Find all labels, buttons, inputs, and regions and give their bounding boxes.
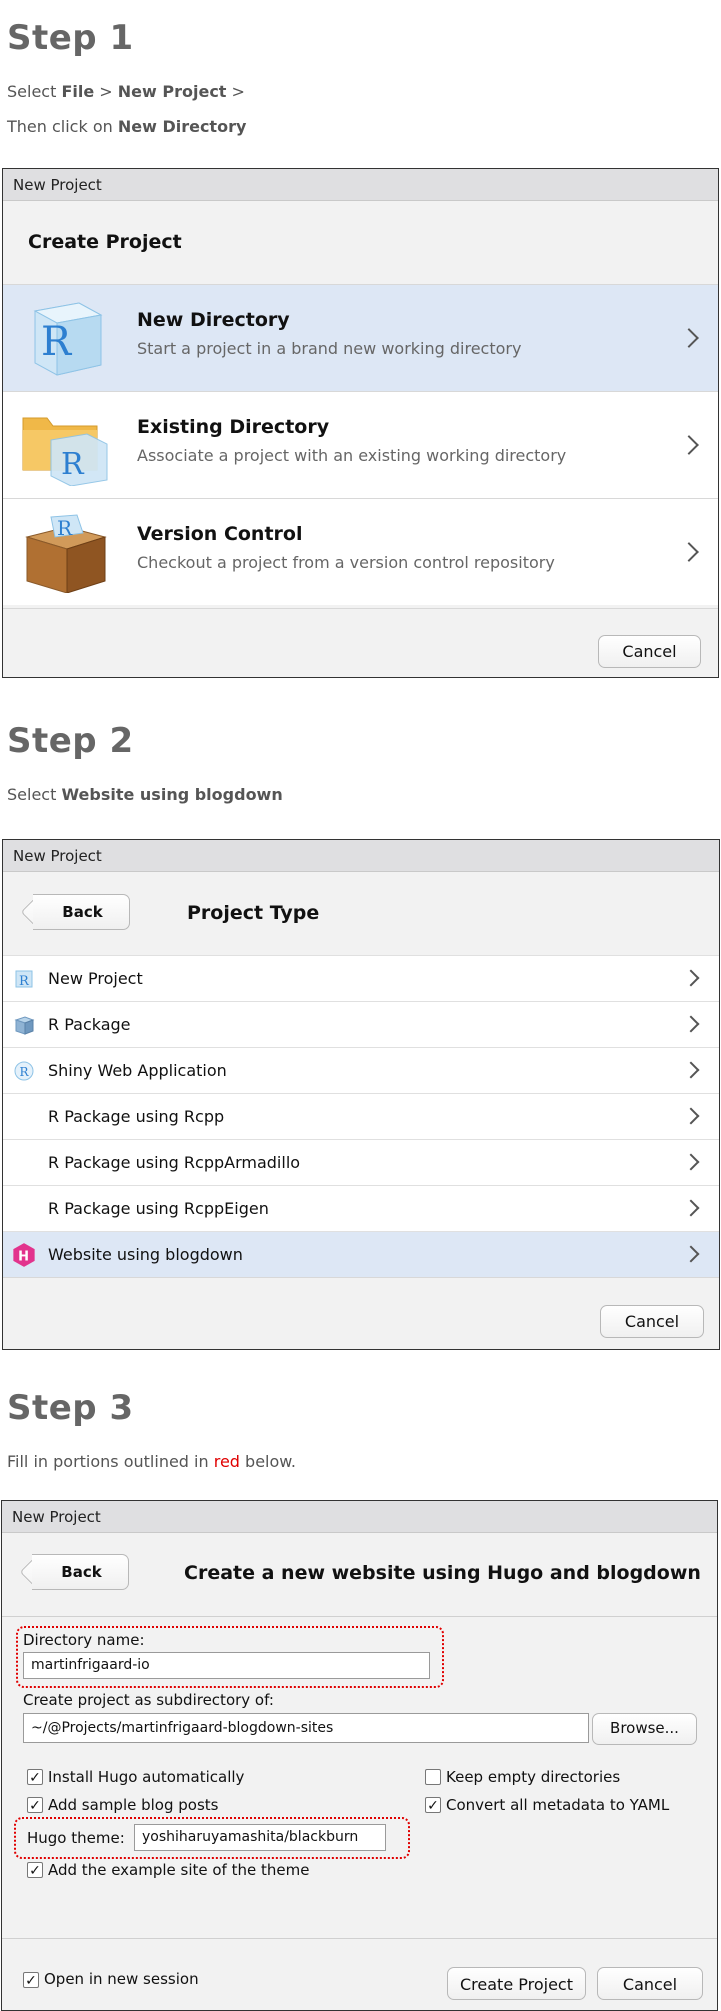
chevron-right-icon [682, 1107, 700, 1125]
back-button[interactable]: Back [20, 893, 130, 931]
dialog-titlebar: New Project [2, 1501, 717, 1533]
option-existing-directory[interactable]: R Existing Directory Associate a project… [3, 391, 718, 498]
step3-title: Step 3 [7, 1388, 134, 1428]
option-description: Associate a project with an existing wor… [137, 446, 567, 465]
list-item-label: R Package using RcppEigen [48, 1199, 269, 1218]
chevron-right-icon [682, 1061, 700, 1079]
list-item-label: New Project [48, 969, 143, 988]
r-cube-icon: R [33, 302, 103, 376]
keep-empty-checkbox[interactable] [425, 1769, 441, 1785]
new-website-dialog: New Project Back Create a new website us… [1, 1500, 718, 2011]
create-project-button[interactable]: Create Project [447, 1967, 586, 2000]
step2-title: Step 2 [7, 721, 134, 761]
install-hugo-checkbox[interactable]: ✓ [27, 1769, 43, 1785]
divider [2, 1616, 717, 1617]
list-item-label: Website using blogdown [48, 1245, 243, 1264]
option-title: Version Control [137, 523, 303, 545]
chevron-right-icon [682, 1153, 700, 1171]
browse-button[interactable]: Browse... [592, 1713, 697, 1745]
list-item-r-package-rcppeigen[interactable]: R Package using RcppEigen [3, 1185, 719, 1231]
keep-empty-label: Keep empty directories [446, 1768, 621, 1786]
example-site-checkbox[interactable]: ✓ [27, 1862, 43, 1878]
example-site-label: Add the example site of the theme [48, 1861, 310, 1879]
svg-text:R: R [57, 516, 73, 540]
box-icon: R [25, 514, 107, 593]
list-item-label: R Package using RcppArmadillo [48, 1153, 301, 1172]
list-item-label: R Package [48, 1015, 131, 1034]
back-button-label: Back [61, 1563, 102, 1581]
folder-r-cube-icon: R [22, 417, 108, 486]
sample-posts-label: Add sample blog posts [48, 1796, 219, 1814]
chevron-right-icon [682, 1015, 700, 1033]
option-description: Checkout a project from a version contro… [137, 553, 555, 572]
list-item-website-blogdown[interactable]: H Website using blogdown [3, 1231, 719, 1277]
chevron-right-icon [679, 435, 699, 455]
r-circle-icon: R [14, 1061, 34, 1081]
svg-text:R: R [41, 319, 73, 365]
package-icon [14, 1016, 35, 1035]
svg-text:R: R [19, 974, 30, 989]
directory-name-input[interactable]: martinfrigaard-io [23, 1652, 430, 1679]
divider [2, 1938, 717, 1939]
back-button-label: Back [62, 903, 103, 921]
step1-title: Step 1 [7, 18, 134, 58]
hugo-theme-label: Hugo theme: [27, 1829, 125, 1847]
new-session-label: Open in new session [44, 1970, 199, 1988]
hugo-theme-input[interactable]: yoshiharuyamashita/blackburn [134, 1824, 386, 1851]
list-item-label: R Package using Rcpp [48, 1107, 225, 1126]
chevron-right-icon [682, 1199, 700, 1217]
new-session-checkbox[interactable]: ✓ [23, 1972, 39, 1988]
install-hugo-label: Install Hugo automatically [48, 1768, 245, 1786]
convert-yaml-checkbox[interactable]: ✓ [425, 1797, 441, 1813]
subdirectory-input[interactable]: ~/@Projects/martinfrigaard-blogdown-site… [23, 1713, 589, 1743]
subdirectory-label: Create project as subdirectory of: [23, 1691, 274, 1709]
list-item-label: Shiny Web Application [48, 1061, 227, 1080]
sample-posts-checkbox[interactable]: ✓ [27, 1797, 43, 1813]
dialog-heading: Project Type [187, 902, 320, 924]
option-description: Start a project in a brand new working d… [137, 339, 522, 358]
svg-text:R: R [61, 447, 85, 482]
directory-name-label: Directory name: [23, 1631, 145, 1649]
r-cube-small-icon: R [15, 970, 33, 989]
dialog-heading: Create Project [28, 231, 182, 253]
list-item-r-package[interactable]: R Package [3, 1001, 719, 1047]
back-button[interactable]: Back [19, 1553, 129, 1591]
option-version-control[interactable]: R Version Control Checkout a project fro… [3, 498, 718, 605]
chevron-right-icon [682, 1245, 700, 1263]
step1-instruction-2: Then click on New Directory [7, 117, 247, 136]
dialog-titlebar: New Project [3, 169, 718, 201]
hugo-hex-icon: H [13, 1243, 35, 1267]
chevron-right-icon [682, 969, 700, 987]
dialog-titlebar: New Project [3, 840, 719, 872]
svg-text:R: R [20, 1065, 30, 1079]
cancel-button[interactable]: Cancel [597, 1967, 703, 2000]
cancel-button[interactable]: Cancel [600, 1305, 704, 1338]
dialog-heading: Create a new website using Hugo and blog… [184, 1562, 701, 1584]
svg-text:H: H [18, 1249, 29, 1264]
list-item-r-package-rcpp[interactable]: R Package using Rcpp [3, 1093, 719, 1139]
step3-instruction: Fill in portions outlined in red below. [7, 1452, 296, 1471]
step2-instruction: Select Website using blogdown [7, 785, 283, 804]
project-type-dialog: New Project Back Project Type R New Proj… [2, 839, 720, 1350]
list-item-new-project[interactable]: R New Project [3, 955, 719, 1001]
list-item-r-package-rcpparmadillo[interactable]: R Package using RcppArmadillo [3, 1139, 719, 1185]
project-type-list: R New Project R Package R Shiny Web Appl… [3, 955, 719, 1277]
convert-yaml-label: Convert all metadata to YAML [446, 1796, 670, 1814]
option-title: New Directory [137, 309, 290, 331]
create-project-dialog: New Project Create Project R New Directo… [2, 168, 719, 678]
chevron-right-icon [679, 542, 699, 562]
list-item-shiny-web-app[interactable]: R Shiny Web Application [3, 1047, 719, 1093]
option-new-directory[interactable]: R New Directory Start a project in a bra… [3, 284, 718, 391]
option-title: Existing Directory [137, 416, 330, 438]
cancel-button[interactable]: Cancel [598, 635, 701, 668]
chevron-right-icon [679, 328, 699, 348]
step1-instruction-1: Select File > New Project > [7, 82, 245, 101]
